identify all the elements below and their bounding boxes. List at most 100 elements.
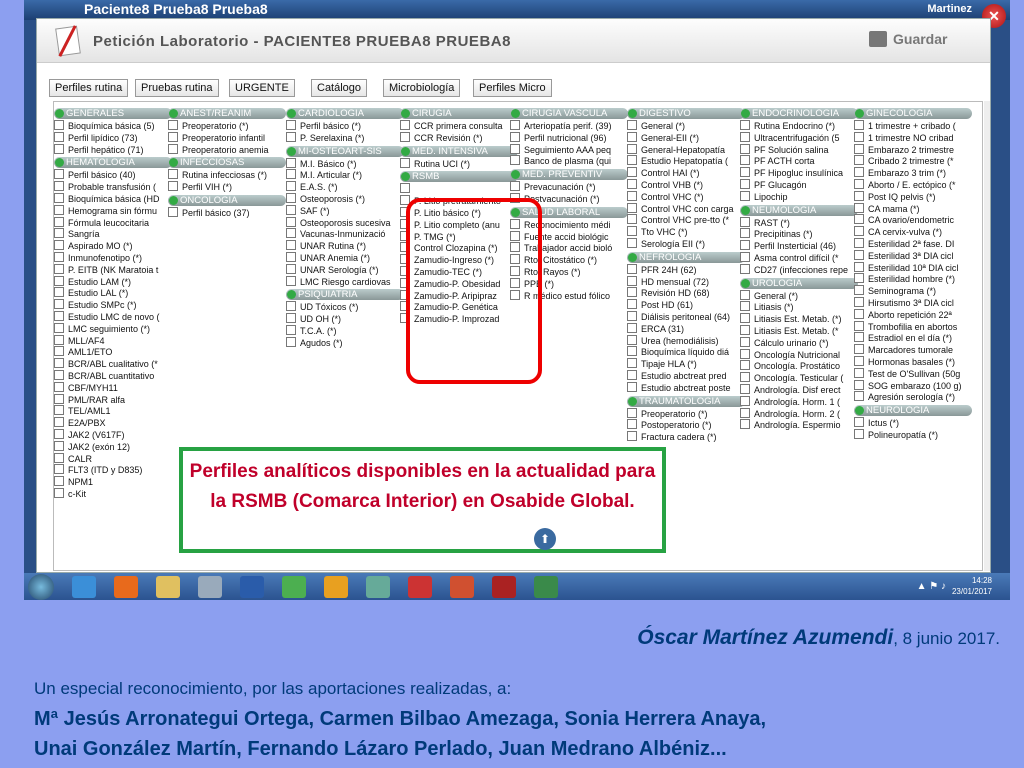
tab-4[interactable]: Microbiología [383, 79, 461, 97]
section-header[interactable]: CIRUGIA [400, 108, 518, 119]
profile-checkbox[interactable]: Marcadores tumorale [854, 344, 972, 356]
profile-checkbox[interactable]: 1 trimestre + cribado ( [854, 120, 972, 132]
profile-checkbox[interactable]: Revisión HD (68) [627, 287, 745, 299]
profile-checkbox[interactable]: E2A/PBX [54, 417, 172, 429]
ie-icon[interactable] [72, 576, 96, 598]
profile-checkbox[interactable]: TEL/AML1 [54, 405, 172, 417]
profile-checkbox[interactable]: Rutina Endocrino (*) [740, 120, 858, 132]
profile-checkbox[interactable]: CA cervix-vulva (*) [854, 226, 972, 238]
profile-checkbox[interactable]: Test de O'Sullivan (50g [854, 368, 972, 380]
profile-checkbox[interactable]: PFR 24H (62) [627, 264, 745, 276]
profile-checkbox[interactable]: Fórmula leucocitaria [54, 217, 172, 229]
profile-checkbox[interactable]: Lipochip [740, 191, 858, 203]
profile-checkbox[interactable]: CCR Revisión (*) [400, 132, 518, 144]
profile-checkbox[interactable]: CA mama (*) [854, 203, 972, 215]
tab-2[interactable]: URGENTE [229, 79, 295, 97]
system-tray[interactable]: ▲ ⚑ ♪ [917, 581, 946, 592]
profile-checkbox[interactable]: Estudio LMC de novo ( [54, 311, 172, 323]
profile-checkbox[interactable]: Oncología. Testicular ( [740, 372, 858, 384]
profile-checkbox[interactable]: CALR [54, 453, 172, 465]
profile-checkbox[interactable]: CCR primera consulta [400, 120, 518, 132]
calculator-icon[interactable] [198, 576, 222, 598]
profile-checkbox[interactable]: Osteoporosis (*) [286, 193, 404, 205]
section-header[interactable]: MI-OSTEOART-SIS [286, 145, 404, 157]
profile-checkbox[interactable]: Control VHC con carga [627, 203, 745, 215]
profile-checkbox[interactable]: M.I. Básico (*) [286, 158, 404, 170]
profile-checkbox[interactable]: Aborto / E. ectópico (* [854, 179, 972, 191]
profile-checkbox[interactable]: Oncología. Prostático [740, 360, 858, 372]
profile-checkbox[interactable]: CD27 (infecciones repe [740, 264, 858, 276]
profile-checkbox[interactable]: CBF/MYH11 [54, 382, 172, 394]
save-button[interactable]: Guardar [893, 31, 947, 47]
profile-checkbox[interactable]: Litiasis Est. Metab. (* [740, 325, 858, 337]
profile-checkbox[interactable]: NPM1 [54, 476, 172, 488]
profile-checkbox[interactable]: Embarazo 2 trimestre [854, 144, 972, 156]
profile-checkbox[interactable]: Hemograma sin fórmu [54, 205, 172, 217]
profile-checkbox[interactable]: M.I. Articular (*) [286, 169, 404, 181]
profile-checkbox[interactable]: SOG embarazo (100 g) [854, 380, 972, 392]
profile-checkbox[interactable]: Preoperatorio (*) [168, 120, 286, 132]
save-icon[interactable] [869, 31, 887, 47]
profile-checkbox[interactable]: Oncología Nutricional [740, 349, 858, 361]
section-header[interactable]: ANEST/REANIM [168, 108, 286, 119]
section-header[interactable]: NEUMOLOGIA [740, 204, 858, 216]
profile-checkbox[interactable]: Estudio LAM (*) [54, 276, 172, 288]
profile-checkbox[interactable]: Esterilidad 10ª DIA cicl [854, 262, 972, 274]
profile-checkbox[interactable]: Trombofilia en abortos [854, 321, 972, 333]
chrome-icon[interactable] [282, 576, 306, 598]
scrollbar[interactable] [984, 101, 990, 571]
profile-checkbox[interactable]: Bioquímica básica (HD [54, 193, 172, 205]
profile-checkbox[interactable]: General (*) [740, 290, 858, 302]
profile-checkbox[interactable]: PF Hipogluc insulínica [740, 167, 858, 179]
profile-checkbox[interactable]: BCR/ABL cualitativo (* [54, 358, 172, 370]
profile-checkbox[interactable]: Agudos (*) [286, 337, 404, 349]
profile-checkbox[interactable]: UNAR Anemia (*) [286, 252, 404, 264]
profile-checkbox[interactable]: UNAR Serología (*) [286, 264, 404, 276]
profile-checkbox[interactable]: P. EITB (NK Maratoia t [54, 264, 172, 276]
profile-checkbox[interactable]: Andrología. Espermio [740, 419, 858, 431]
app-icon[interactable] [366, 576, 390, 598]
profile-checkbox[interactable]: Urea (hemodiálisis) [627, 335, 745, 347]
profile-checkbox[interactable]: Ictus (*) [854, 417, 972, 429]
profile-checkbox[interactable]: General-Hepatopatía [627, 144, 745, 156]
profile-checkbox[interactable]: Banco de plasma (qui [510, 155, 628, 167]
tab-1[interactable]: Pruebas rutina [135, 79, 219, 97]
profile-checkbox[interactable]: Inmunofenotipo (*) [54, 252, 172, 264]
profile-checkbox[interactable]: Precipitinas (*) [740, 228, 858, 240]
profile-checkbox[interactable]: Preoperatorio (*) [627, 408, 745, 420]
profile-checkbox[interactable]: Perfil Insterticial (46) [740, 240, 858, 252]
profile-checkbox[interactable]: Esterilidad hombre (*) [854, 273, 972, 285]
profile-checkbox[interactable]: P. Serelaxina (*) [286, 132, 404, 144]
profile-checkbox[interactable]: Fractura cadera (*) [627, 431, 745, 443]
profile-checkbox[interactable]: Control VHB (*) [627, 179, 745, 191]
profile-checkbox[interactable]: Postoperatorio (*) [627, 419, 745, 431]
profile-checkbox[interactable]: Control VHC (*) [627, 191, 745, 203]
profile-checkbox[interactable]: Seminograma (*) [854, 285, 972, 297]
profile-checkbox[interactable]: MLL/AF4 [54, 335, 172, 347]
profile-checkbox[interactable]: AML1/ETO [54, 346, 172, 358]
profile-checkbox[interactable]: 1 trimestre NO cribad [854, 132, 972, 144]
profile-checkbox[interactable]: Estradiol en el día (*) [854, 332, 972, 344]
start-button[interactable] [28, 574, 54, 600]
pdf-icon[interactable] [408, 576, 432, 598]
profile-checkbox[interactable]: Hormonas basales (*) [854, 356, 972, 368]
profile-checkbox[interactable]: Cribado 2 trimestre (* [854, 155, 972, 167]
profile-checkbox[interactable]: UNAR Rutina (*) [286, 240, 404, 252]
profile-checkbox[interactable]: Osteoporosis sucesiva [286, 217, 404, 229]
excel-icon[interactable] [534, 576, 558, 598]
profile-checkbox[interactable]: RAST (*) [740, 217, 858, 229]
folder-icon[interactable] [156, 576, 180, 598]
powerpoint-icon[interactable] [450, 576, 474, 598]
profile-checkbox[interactable]: Bioquímica líquido diá [627, 346, 745, 358]
profile-checkbox[interactable]: Esterilidad 2ª fase. DI [854, 238, 972, 250]
clock[interactable]: 14:28 23/01/2017 [952, 575, 992, 597]
profile-checkbox[interactable]: Control VHC pre-tto (* [627, 214, 745, 226]
profile-checkbox[interactable]: SAF (*) [286, 205, 404, 217]
profile-checkbox[interactable]: Tto VHC (*) [627, 226, 745, 238]
profile-checkbox[interactable]: CA ovario/endometric [854, 214, 972, 226]
profile-checkbox[interactable]: PF ACTH corta [740, 155, 858, 167]
profile-checkbox[interactable]: Perfil lipídico (73) [54, 132, 172, 144]
profile-checkbox[interactable]: Cálculo urinario (*) [740, 337, 858, 349]
profile-checkbox[interactable]: Aspirado MO (*) [54, 240, 172, 252]
profile-checkbox[interactable]: LMC seguimiento (*) [54, 323, 172, 335]
